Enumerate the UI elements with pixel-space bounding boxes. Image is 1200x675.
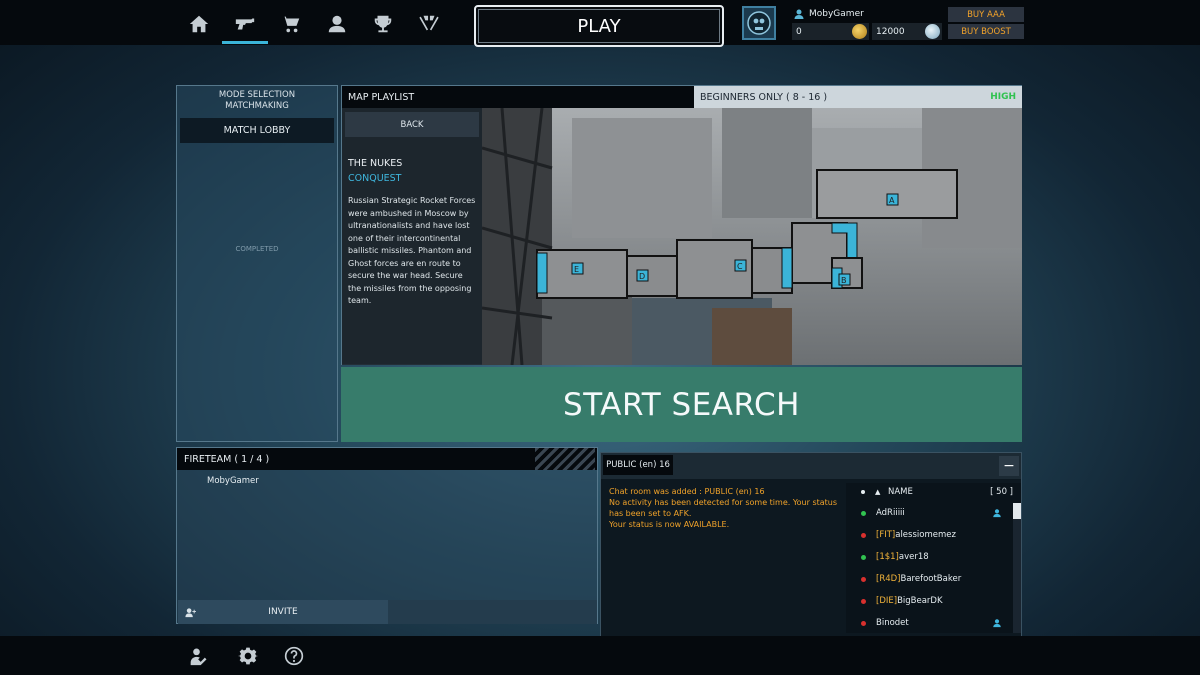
user-list-item[interactable]: [1$1]aver18 [846, 549, 1011, 565]
status-busy-icon [861, 620, 866, 626]
settings-gear-icon[interactable] [237, 645, 259, 667]
user-name: aver18 [898, 552, 929, 562]
friends-icon[interactable] [188, 645, 210, 667]
buy-aaa-button[interactable]: BUY AAA [948, 7, 1024, 22]
user-list-item[interactable]: Binodet [846, 615, 1011, 631]
match-lobby-button[interactable]: MATCH LOBBY [180, 118, 334, 143]
map-scene: A B C D E [482, 108, 1022, 365]
sort-arrow-icon[interactable]: ▲ [875, 488, 880, 496]
chat-tab-public[interactable]: PUBLIC (en) 16 [603, 455, 673, 475]
shop-icon[interactable] [268, 7, 314, 41]
fireteam-title: FIRETEAM ( 1 / 4 ) [184, 453, 270, 465]
skull-emblem-icon [747, 11, 771, 35]
user-list-item[interactable]: AdRiiiii [846, 505, 1011, 521]
status-busy-icon [861, 598, 866, 604]
add-friend-icon [185, 607, 196, 617]
credits-balance: 12000 [872, 23, 942, 40]
status-column-icon [861, 490, 865, 494]
point-e-label: E [574, 265, 579, 274]
user-name: Binodet [876, 618, 909, 628]
user-count: [ 50 ] [990, 487, 1013, 497]
friend-icon[interactable] [992, 508, 1002, 518]
help-icon[interactable] [283, 645, 305, 667]
user-list-item[interactable]: [FIT]alessiomemez [846, 527, 1011, 543]
chat-messages: Chat room was added : PUBLIC (en) 16 No … [609, 486, 839, 530]
home-icon[interactable] [176, 7, 222, 41]
buy-boost-button[interactable]: BUY BOOST [948, 24, 1024, 39]
clan-tag: [DIE] [876, 596, 898, 606]
point-c-label: C [737, 262, 743, 271]
completed-label: COMPLETED [235, 245, 279, 253]
name-column-header[interactable]: NAME [888, 487, 913, 497]
user-list-item[interactable]: [DIE]BigBearDK [846, 593, 1011, 609]
start-search-button[interactable]: START SEARCH [341, 367, 1022, 442]
matchmaking-label: MATCHMAKING [225, 101, 289, 111]
map-preview-image: A B C D E [482, 108, 1022, 365]
invite-button[interactable]: INVITE [178, 600, 388, 624]
status-online-icon [861, 554, 866, 560]
profile-icon[interactable] [314, 7, 360, 41]
map-name: THE NUKES [348, 158, 403, 169]
bracket-label: BEGINNERS ONLY ( 8 - 16 ) [700, 91, 828, 103]
weapon-icon[interactable] [222, 7, 268, 44]
chat-message: Chat room was added : PUBLIC (en) 16 [609, 487, 765, 496]
user-icon [794, 9, 804, 19]
mode-selection-panel: MODE SELECTION MATCHMAKING MATCH LOBBY C… [176, 85, 338, 442]
user-name: BarefootBaker [900, 574, 962, 584]
game-mode: CONQUEST [348, 173, 402, 184]
credits-value: 12000 [876, 26, 905, 37]
gold-balance: 0 [792, 23, 869, 40]
fireteam-header: FIRETEAM ( 1 / 4 ) [177, 448, 597, 470]
username-label: MobyGamer [809, 9, 864, 19]
status-busy-icon [861, 532, 866, 538]
user-list-scrollbar[interactable] [1013, 503, 1021, 633]
point-d-label: D [639, 272, 645, 281]
map-description: Russian Strategic Rocket Forces were amb… [348, 196, 476, 305]
chat-tab-bar: PUBLIC (en) 16 − [601, 453, 1021, 479]
bottom-bar [0, 636, 1200, 675]
friend-icon[interactable] [992, 618, 1002, 628]
trophy-icon[interactable] [360, 7, 406, 41]
invite-bar-fill [388, 600, 597, 624]
status-busy-icon [861, 576, 866, 582]
user-name: AdRiiiii [876, 508, 905, 518]
chat-user-list: ▲ NAME [ 50 ] AdRiiiii [FIT]alessiomemez… [846, 483, 1021, 633]
gold-value: 0 [796, 26, 802, 37]
clan-tag: [FIT] [876, 530, 896, 540]
user-name: BigBearDK [897, 596, 943, 606]
user-list-header: ▲ NAME [ 50 ] [846, 483, 1021, 501]
crossed-flags-icon[interactable] [406, 7, 452, 41]
play-button[interactable]: PLAY [474, 5, 724, 47]
status-online-icon [861, 510, 866, 516]
clan-tag: [R4D] [876, 574, 901, 584]
chat-message: No activity has been detected for some t… [609, 498, 838, 518]
credits-coin-icon [925, 24, 940, 39]
scrollbar-thumb[interactable] [1013, 503, 1021, 519]
player-emblem[interactable] [742, 6, 776, 40]
map-details: BACK THE NUKES CONQUEST Russian Strategi… [342, 108, 482, 365]
user-name: alessiomemez [895, 530, 956, 540]
point-b-label: B [841, 276, 847, 285]
map-playlist-header: MAP PLAYLIST [342, 86, 694, 108]
fireteam-member[interactable]: MobyGamer [207, 476, 259, 486]
map-playlist-panel: MAP PLAYLIST BEGINNERS ONLY ( 8 - 16 ) H… [341, 85, 1022, 365]
header-stripes [535, 448, 595, 470]
fireteam-panel: FIRETEAM ( 1 / 4 ) MobyGamer INVITE [176, 447, 598, 624]
minimize-chat-button[interactable]: − [999, 456, 1019, 476]
chat-message: Your status is now AVAILABLE. [609, 520, 730, 529]
back-button[interactable]: BACK [345, 112, 479, 137]
gold-coin-icon [852, 24, 867, 39]
mode-selection-label: MODE SELECTION [218, 90, 296, 100]
point-a-label: A [889, 196, 895, 205]
user-info: MobyGamer [793, 6, 864, 22]
level-badge: HIGH [990, 92, 1016, 102]
top-navigation-bar: PLAY MobyGamer 0 12000 BUY AAA BUY BOOST [0, 0, 1200, 47]
playlist-bracket-header[interactable]: BEGINNERS ONLY ( 8 - 16 ) HIGH [694, 86, 1022, 108]
invite-label: INVITE [268, 607, 298, 617]
mode-selection-title: MODE SELECTION MATCHMAKING [177, 86, 337, 112]
user-list-item[interactable]: [R4D]BarefootBaker [846, 571, 1011, 587]
clan-tag: [1$1] [876, 552, 899, 562]
